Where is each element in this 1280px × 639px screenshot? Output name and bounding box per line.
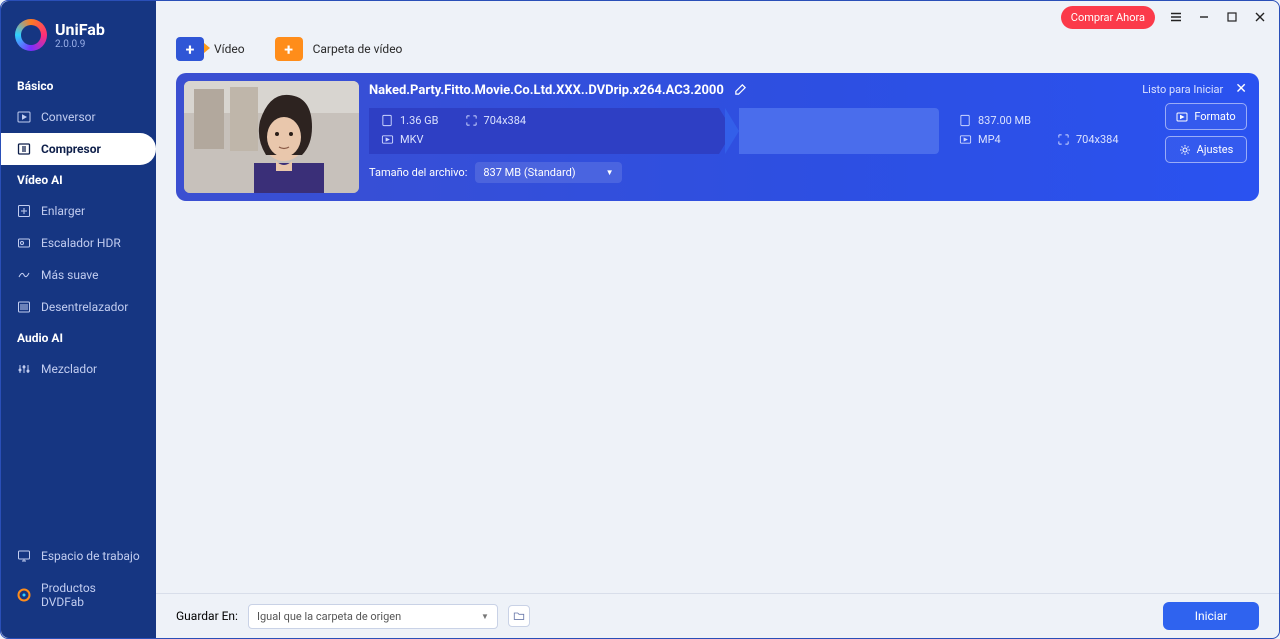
minimize-icon[interactable] [1197,10,1211,24]
edit-title-icon[interactable] [734,81,747,100]
save-location-select[interactable]: Igual que la carpeta de origen ▼ [248,604,498,629]
resolution-icon [465,114,478,127]
src-res: 704x384 [484,114,527,127]
sidebar-item-dvdfab[interactable]: Productos DVDFab [1,572,156,618]
format-button[interactable]: Formato [1165,103,1247,130]
sidebar-item-label: Más suave [41,268,99,282]
titlebar: Comprar Ahora [156,1,1279,33]
video-thumbnail[interactable] [184,81,359,193]
settings-button[interactable]: Ajustes [1165,136,1247,163]
sidebar-item-hdr[interactable]: Escalador HDR [1,227,156,259]
add-folder-button[interactable]: + Carpeta de vídeo [275,37,403,61]
buy-now-button[interactable]: Comprar Ahora [1061,6,1155,29]
add-folder-label: Carpeta de vídeo [313,42,403,56]
sidebar-item-mezclador[interactable]: Mezclador [1,353,156,385]
save-location-value: Igual que la carpeta de origen [257,610,401,623]
section-video-ai: Vídeo AI [1,165,156,195]
add-video-button[interactable]: + Vídeo [176,37,245,61]
content: Naked.Party.Fitto.Movie.Co.Ltd.XXX..DVDr… [156,73,1279,593]
mixer-icon [17,362,31,376]
section-basico: Básico [1,71,156,101]
sidebar-item-label: Conversor [41,110,96,124]
sidebar-item-conversor[interactable]: Conversor [1,101,156,133]
file-icon [381,114,394,127]
src-format: MKV [400,133,424,146]
file-icon [959,114,972,127]
maximize-icon[interactable] [1225,10,1239,24]
chevron-down-icon: ▼ [606,168,614,177]
deinterlace-icon [17,300,31,314]
remove-card-icon[interactable]: ✕ [1235,81,1247,97]
dst-res: 704x384 [1076,133,1119,146]
chevron-down-icon: ▼ [481,612,489,621]
sidebar-item-compresor[interactable]: Compresor [1,133,156,165]
close-icon[interactable] [1253,10,1267,24]
filesize-dropdown[interactable]: 837 MB (Standard) ▼ [475,162,621,183]
filesize-label: Tamaño del archivo: [369,166,467,179]
dst-size: 837.00 MB [978,114,1031,127]
browse-folder-button[interactable] [508,605,530,627]
brand-version: 2.0.0.9 [55,39,105,50]
logo-area: UniFab 2.0.0.9 [1,1,156,71]
sidebar-item-deinterlace[interactable]: Desentrelazador [1,291,156,323]
format-icon [381,133,394,146]
toolbar: + Vídeo + Carpeta de vídeo [156,33,1279,73]
workspace-icon [17,549,31,563]
sidebar-item-enlarger[interactable]: Enlarger [1,195,156,227]
sidebar-item-label: Compresor [41,142,101,156]
sidebar-item-label: Enlarger [41,204,85,218]
settings-label: Ajustes [1197,143,1234,156]
card-status: Listo para Iniciar [1142,83,1223,96]
sidebar: UniFab 2.0.0.9 Básico Conversor Compreso… [1,1,156,638]
sidebar-item-label: Productos DVDFab [41,581,140,609]
menu-icon[interactable] [1169,10,1183,24]
smooth-icon [17,268,31,282]
save-in-label: Guardar En: [176,609,238,623]
logo-icon [15,19,47,51]
sidebar-item-label: Espacio de trabajo [41,549,140,563]
brand-name: UniFab [55,20,105,39]
hdr-icon [17,236,31,250]
video-title: Naked.Party.Fitto.Movie.Co.Ltd.XXX..DVDr… [369,83,724,98]
start-button[interactable]: Iniciar [1163,602,1259,630]
dvdfab-icon [17,588,31,602]
sidebar-item-workspace[interactable]: Espacio de trabajo [1,540,156,572]
plus-video-icon: + [176,37,204,61]
sidebar-item-label: Escalador HDR [41,236,121,250]
resolution-icon [1057,133,1070,146]
sidebar-item-suave[interactable]: Más suave [1,259,156,291]
bottom-bar: Guardar En: Igual que la carpeta de orig… [156,593,1279,638]
sidebar-item-label: Desentrelazador [41,300,128,314]
video-card: Naked.Party.Fitto.Movie.Co.Ltd.XXX..DVDr… [176,73,1259,201]
enlarge-icon [17,204,31,218]
compress-icon [17,142,31,156]
sidebar-item-label: Mezclador [41,362,97,376]
src-size: 1.36 GB [400,114,439,127]
add-video-label: Vídeo [214,42,245,56]
filesize-value: 837 MB (Standard) [483,166,575,179]
format-icon [959,133,972,146]
play-icon [17,110,31,124]
main: Comprar Ahora + Vídeo + Carpeta de vídeo [156,1,1279,638]
format-label: Formato [1194,110,1235,123]
plus-folder-icon: + [275,37,303,61]
dst-format: MP4 [978,133,1001,146]
section-audio-ai: Audio AI [1,323,156,353]
